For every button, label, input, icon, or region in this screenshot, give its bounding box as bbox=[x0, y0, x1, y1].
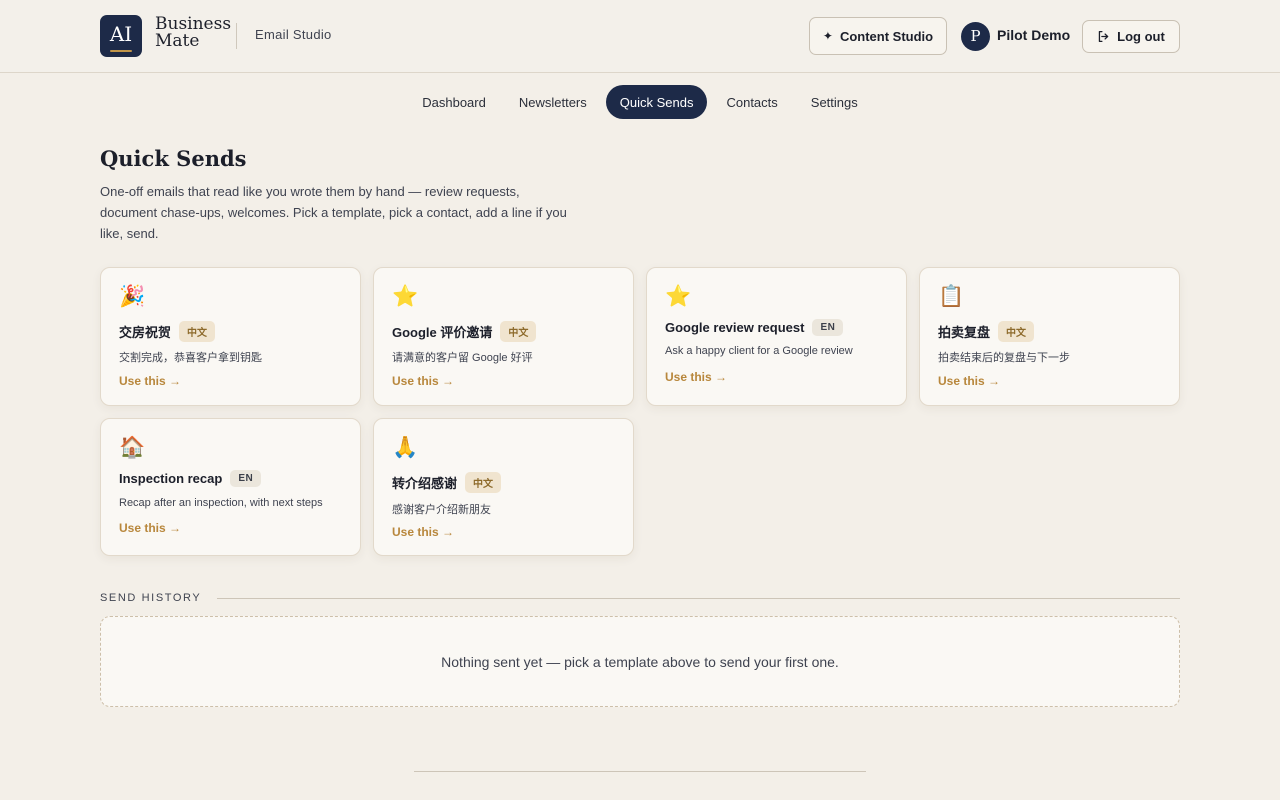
content-studio-button[interactable]: ✦ Content Studio bbox=[809, 17, 947, 55]
send-history-empty-state: Nothing sent yet — pick a template above… bbox=[100, 616, 1180, 707]
tab-quick-sends[interactable]: Quick Sends bbox=[605, 85, 708, 119]
template-card[interactable]: 📋 拍卖复盘 中文 拍卖结束后的复盘与下一步 Use this → bbox=[919, 267, 1180, 406]
logout-icon bbox=[1097, 30, 1110, 43]
logo-line-2: Mate bbox=[155, 31, 200, 51]
party-popper-icon: 🎉 bbox=[119, 285, 146, 308]
tab-contacts[interactable]: Contacts bbox=[712, 85, 791, 119]
send-history-heading: SEND HISTORY bbox=[100, 592, 202, 604]
language-badge: 中文 bbox=[179, 321, 216, 342]
clipboard-icon: 📋 bbox=[938, 285, 965, 308]
card-title: Google review request bbox=[665, 320, 805, 335]
content-studio-label: Content Studio bbox=[839, 28, 934, 44]
card-title-row: Google 评价邀请 中文 bbox=[392, 321, 537, 342]
logo-mark[interactable]: AI bbox=[100, 15, 142, 57]
card-title-row: 转介绍感谢 中文 bbox=[392, 472, 502, 493]
tab-settings[interactable]: Settings bbox=[797, 85, 872, 119]
card-title: 拍卖复盘 bbox=[938, 325, 991, 340]
star-icon: ⭐ bbox=[665, 285, 692, 308]
logo-mark-text: AI bbox=[109, 22, 133, 46]
template-card[interactable]: 🙏 转介绍感谢 中文 感谢客户介绍新朋友 Use this → bbox=[373, 418, 634, 556]
use-this-link[interactable]: Use this → bbox=[392, 525, 454, 539]
card-title: Google 评价邀请 bbox=[392, 325, 493, 340]
card-description: Ask a happy client for a Google review bbox=[665, 345, 853, 357]
card-description: Recap after an inspection, with next ste… bbox=[119, 497, 323, 509]
logo-wordmark: Business Mate bbox=[155, 16, 231, 50]
page-title: Quick Sends bbox=[100, 146, 247, 171]
template-card[interactable]: ⭐ Google 评价邀请 中文 请满意的客户留 Google 好评 Use t… bbox=[373, 267, 634, 406]
use-this-link[interactable]: Use this → bbox=[119, 374, 181, 388]
card-description: 拍卖结束后的复盘与下一步 bbox=[938, 352, 1070, 364]
section-divider bbox=[217, 598, 1180, 599]
tab-newsletters[interactable]: Newsletters bbox=[505, 85, 601, 119]
header-divider bbox=[236, 23, 237, 49]
card-description: 交割完成，恭喜客户拿到钥匙 bbox=[119, 352, 262, 364]
use-this-link[interactable]: Use this → bbox=[938, 374, 1000, 388]
card-title: Inspection recap bbox=[119, 471, 223, 486]
page-description: One-off emails that read like you wrote … bbox=[100, 184, 567, 241]
card-title: 转介绍感谢 bbox=[392, 476, 458, 491]
card-description: 感谢客户介绍新朋友 bbox=[392, 504, 491, 516]
card-title-row: Google review request EN bbox=[665, 319, 844, 336]
template-card[interactable]: 🎉 交房祝贺 中文 交割完成，恭喜客户拿到钥匙 Use this → bbox=[100, 267, 361, 406]
language-badge: EN bbox=[812, 319, 844, 336]
avatar: P bbox=[961, 22, 990, 51]
use-this-link[interactable]: Use this → bbox=[665, 370, 727, 384]
logout-button[interactable]: Log out bbox=[1082, 20, 1180, 53]
language-badge: 中文 bbox=[998, 321, 1035, 342]
card-description: 请满意的客户留 Google 好评 bbox=[392, 352, 533, 364]
use-this-link[interactable]: Use this → bbox=[392, 374, 454, 388]
empty-state-text: Nothing sent yet — pick a template above… bbox=[441, 653, 839, 670]
folded-hands-icon: 🙏 bbox=[392, 436, 419, 459]
footer-divider bbox=[414, 771, 866, 772]
sparkle-icon: ✦ bbox=[822, 29, 833, 43]
card-title-row: Inspection recap EN bbox=[119, 470, 262, 487]
template-card[interactable]: 🏠 Inspection recap EN Recap after an ins… bbox=[100, 418, 361, 556]
use-this-link[interactable]: Use this → bbox=[119, 521, 181, 535]
app-name: Email Studio bbox=[255, 27, 332, 42]
language-badge: 中文 bbox=[465, 472, 502, 493]
template-card[interactable]: ⭐ Google review request EN Ask a happy c… bbox=[646, 267, 907, 406]
user-name: Pilot Demo bbox=[997, 27, 1071, 43]
language-badge: 中文 bbox=[500, 321, 537, 342]
star-icon: ⭐ bbox=[392, 285, 419, 308]
card-title-row: 拍卖复盘 中文 bbox=[938, 321, 1035, 342]
tab-dashboard[interactable]: Dashboard bbox=[408, 85, 500, 119]
logo-underline bbox=[110, 50, 132, 52]
top-header: AI Business Mate Email Studio ✦ Content … bbox=[0, 0, 1280, 73]
language-badge: EN bbox=[230, 470, 262, 487]
card-title-row: 交房祝贺 中文 bbox=[119, 321, 216, 342]
house-icon: 🏠 bbox=[119, 436, 146, 459]
main-nav: Dashboard Newsletters Quick Sends Contac… bbox=[0, 85, 1280, 120]
card-title: 交房祝贺 bbox=[119, 325, 172, 340]
logout-label: Log out bbox=[1117, 29, 1165, 44]
